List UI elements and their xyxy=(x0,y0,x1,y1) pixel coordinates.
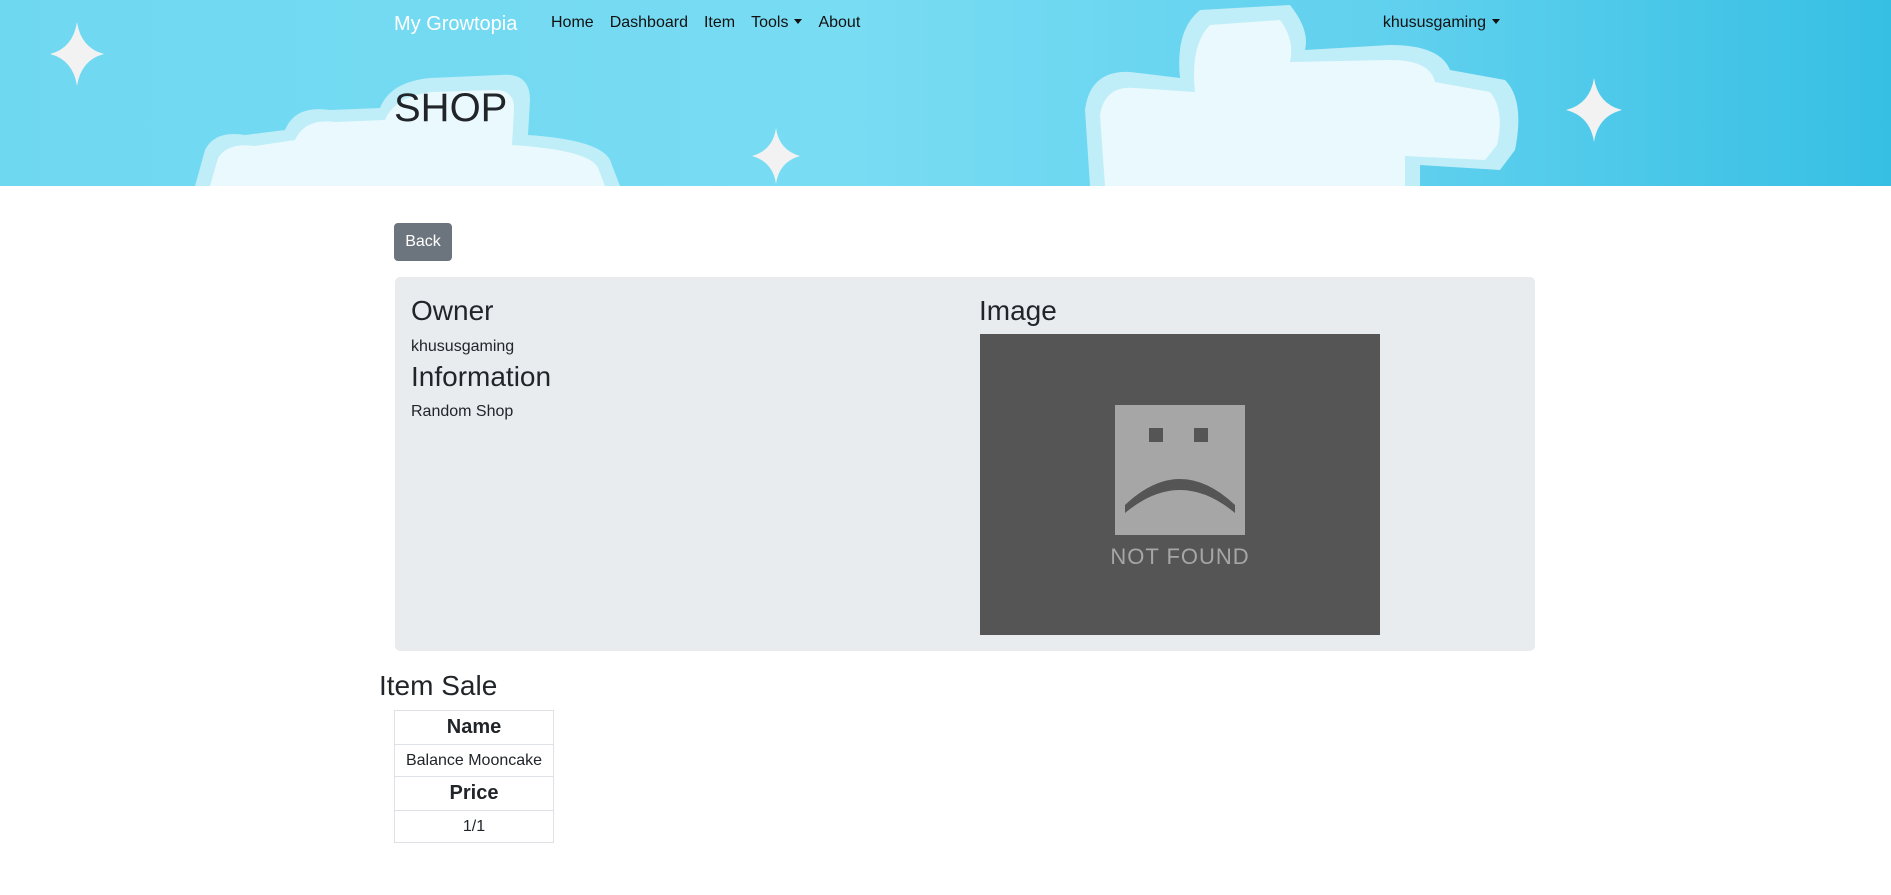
nav-links: Home Dashboard Item Tools About xyxy=(543,14,868,32)
nav-link-item[interactable]: Item xyxy=(696,14,743,32)
user-name: khususgaming xyxy=(1382,14,1486,31)
user-dropdown[interactable]: khususgaming xyxy=(1383,14,1500,32)
shop-info-card: Owner khususgaming Information Random Sh… xyxy=(395,277,1535,651)
page-title: SHOP xyxy=(394,86,508,130)
sad-face-icon xyxy=(1115,405,1245,535)
table-row: 1/1 xyxy=(394,810,554,843)
nav-link-dashboard[interactable]: Dashboard xyxy=(602,14,696,32)
name-header: Name xyxy=(394,710,554,745)
item-sale-title: Item Sale xyxy=(379,670,498,701)
table-row: Name xyxy=(394,710,554,745)
nav-link-about[interactable]: About xyxy=(810,14,868,32)
brand-link[interactable]: My Growtopia xyxy=(394,13,517,36)
owner-value: khususgaming xyxy=(411,338,515,355)
owner-heading: Owner xyxy=(411,295,494,326)
table-row: Price xyxy=(394,776,554,811)
item-name-cell: Balance Mooncake xyxy=(394,744,554,777)
nav-link-home[interactable]: Home xyxy=(543,14,602,32)
information-heading: Information xyxy=(411,361,552,392)
image-heading: Image xyxy=(979,295,1057,326)
hero-banner: My Growtopia Home Dashboard Item Tools A… xyxy=(0,0,1891,186)
back-button[interactable]: Back xyxy=(394,223,452,261)
nav-dropdown-tools[interactable]: Tools xyxy=(743,14,810,32)
shop-image-placeholder: NOT FOUND xyxy=(980,334,1380,635)
information-value: Random Shop xyxy=(411,403,514,420)
caret-down-icon xyxy=(1492,19,1500,24)
table-row: Balance Mooncake xyxy=(394,744,554,777)
item-sale-table: Name Balance Mooncake Price 1/1 xyxy=(394,710,554,843)
top-navbar: My Growtopia Home Dashboard Item Tools A… xyxy=(394,0,1500,48)
item-price-cell: 1/1 xyxy=(394,810,554,843)
not-found-text: NOT FOUND xyxy=(1110,544,1250,569)
caret-down-icon xyxy=(794,19,803,24)
price-header: Price xyxy=(394,776,554,811)
nav-link-tools-label: Tools xyxy=(751,14,789,31)
